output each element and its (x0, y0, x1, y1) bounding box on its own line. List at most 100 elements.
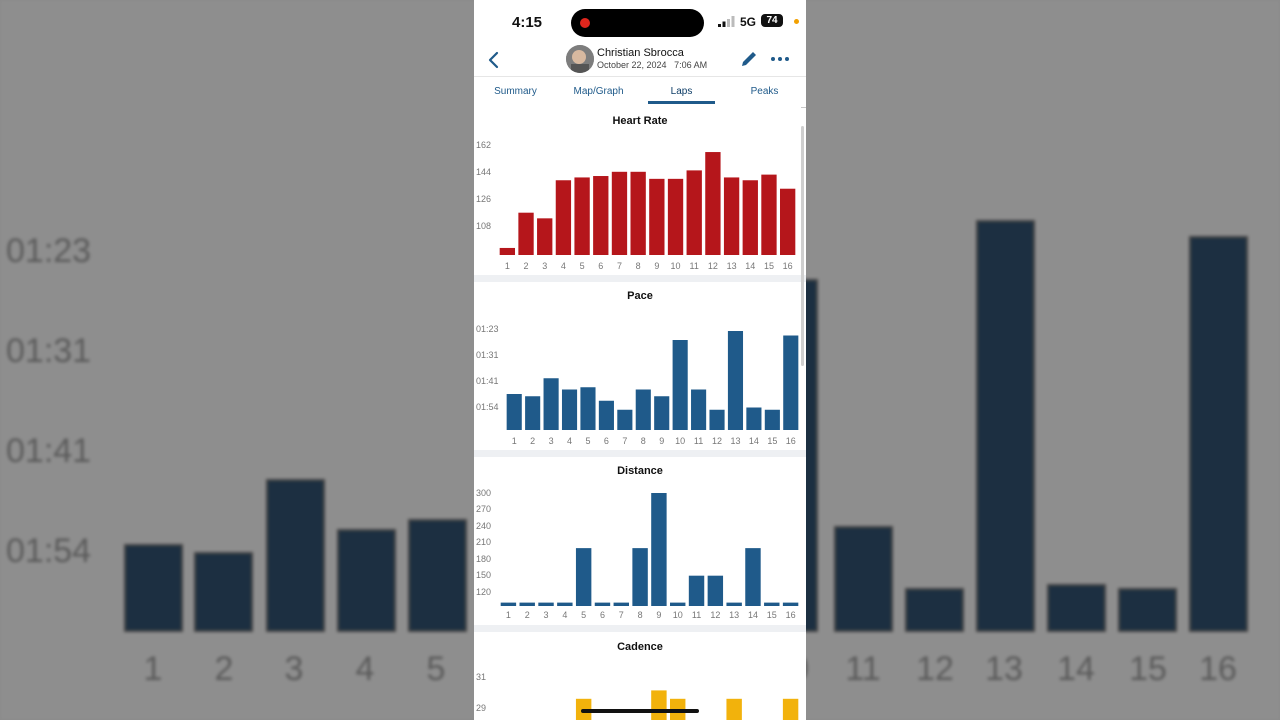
bar (649, 178, 665, 255)
bar (667, 178, 684, 255)
x-tick-label: 3 (544, 610, 549, 620)
y-tick-label: 126 (476, 194, 491, 204)
section-divider (474, 450, 806, 457)
recording-indicator-icon (580, 18, 590, 28)
x-tick-label: 8 (636, 261, 641, 271)
bar (726, 602, 742, 606)
bar (537, 218, 553, 255)
x-tick-label: 6 (600, 610, 605, 620)
x-tick-label: 14 (748, 610, 758, 620)
user-name: Christian Sbrocca (597, 47, 684, 59)
x-tick-label: 11 (692, 610, 701, 620)
bar (580, 387, 596, 430)
background-y-tick: 01:54 (6, 532, 91, 570)
bar (723, 177, 740, 255)
bar (782, 698, 799, 720)
x-tick-label: 11 (690, 261, 699, 271)
tab-peaks[interactable]: Peaks (723, 77, 806, 107)
x-tick-label: 9 (659, 436, 664, 446)
bar (727, 331, 744, 430)
home-indicator[interactable] (581, 709, 699, 713)
scrollbar[interactable] (801, 126, 804, 366)
x-tick-label: 16 (786, 436, 796, 446)
x-tick-label: 13 (729, 610, 739, 620)
background-x-tick: 12 (916, 650, 954, 688)
bar (709, 409, 725, 430)
background-bar (976, 220, 1035, 632)
background-bar (266, 479, 325, 632)
activity-header: Christian Sbrocca October 22, 2024 7:06 … (474, 44, 806, 76)
y-tick-label: 300 (476, 488, 491, 498)
y-tick-label: 180 (476, 554, 491, 564)
avatar[interactable] (566, 45, 594, 73)
y-tick-label: 29 (476, 703, 486, 713)
x-tick-label: 9 (654, 261, 659, 271)
background-bar (905, 588, 964, 632)
bar (543, 378, 559, 430)
back-chevron-icon[interactable] (482, 48, 506, 72)
phone-screen: 4:15 5G 74 Christian Sbrocca October 22,… (474, 0, 806, 720)
x-tick-label: 5 (585, 436, 590, 446)
bar (519, 602, 535, 606)
x-tick-label: 14 (749, 436, 759, 446)
y-tick-label: 144 (476, 167, 491, 177)
tab-map-graph[interactable]: Map/Graph (557, 77, 640, 107)
privacy-indicator-icon (794, 19, 799, 24)
y-tick-label: 108 (476, 221, 491, 231)
x-tick-label: 6 (604, 436, 609, 446)
pace-chart: 01:2301:3101:4101:541 2 3 4 5 6 7 8 9 10 11 12 13 14 1… (476, 324, 799, 446)
background-x-tick: 11 (845, 650, 880, 688)
pace-panel: Pace 01:23 01:31 01:41 01:54 1 2 3 4 5 6 7 8 9 10 11 12… (474, 282, 801, 450)
x-tick-label: 1 (512, 436, 517, 446)
x-tick-label: 10 (671, 261, 681, 271)
edit-pencil-icon[interactable] (738, 48, 760, 70)
bar (593, 176, 609, 255)
bar (635, 389, 651, 430)
background-x-tick: 14 (1057, 650, 1095, 688)
signal-icon (718, 16, 735, 27)
y-tick-label: 210 (476, 537, 491, 547)
x-tick-label: 1 (506, 610, 511, 620)
section-divider (474, 275, 806, 282)
bar (561, 389, 578, 430)
x-tick-label: 4 (562, 610, 567, 620)
bar (688, 575, 705, 606)
bar (555, 180, 572, 255)
x-tick-label: 11 (694, 436, 703, 446)
bar (654, 396, 670, 430)
bar (617, 409, 633, 430)
x-tick-label: 14 (745, 261, 755, 271)
x-tick-label: 16 (786, 610, 796, 620)
avatar-photo-icon (566, 45, 594, 73)
bar (525, 396, 541, 430)
x-tick-label: 9 (656, 610, 661, 620)
cadence-panel: Cadence 31 29 (474, 632, 801, 720)
x-tick-label: 7 (622, 436, 627, 446)
background-x-tick: 15 (1129, 650, 1167, 688)
activity-date: October 22, 2024 (597, 60, 667, 70)
x-tick-label: 16 (783, 261, 793, 271)
y-tick-label: 270 (476, 504, 491, 514)
x-tick-label: 5 (581, 610, 586, 620)
x-tick-label: 15 (767, 436, 777, 446)
bar (613, 602, 629, 606)
background-bar (124, 544, 183, 632)
y-tick-label: 01:31 (476, 350, 499, 360)
bar (783, 335, 799, 430)
background-x-tick: 3 (285, 650, 304, 688)
battery-icon: 74 (761, 14, 783, 27)
more-options-icon[interactable] (768, 48, 792, 70)
y-tick-label: 162 (476, 140, 491, 150)
bar (575, 548, 592, 606)
bar (670, 602, 686, 606)
x-tick-label: 15 (767, 610, 777, 620)
background-x-tick: 1 (144, 650, 163, 688)
bar (500, 602, 517, 606)
x-tick-label: 10 (673, 610, 683, 620)
tab-summary[interactable]: Summary (474, 77, 557, 107)
activity-time: 7:06 AM (674, 60, 708, 70)
x-tick-label: 12 (710, 610, 720, 620)
section-divider (474, 625, 806, 632)
x-tick-label: 4 (567, 436, 572, 446)
x-tick-label: 2 (530, 436, 535, 446)
